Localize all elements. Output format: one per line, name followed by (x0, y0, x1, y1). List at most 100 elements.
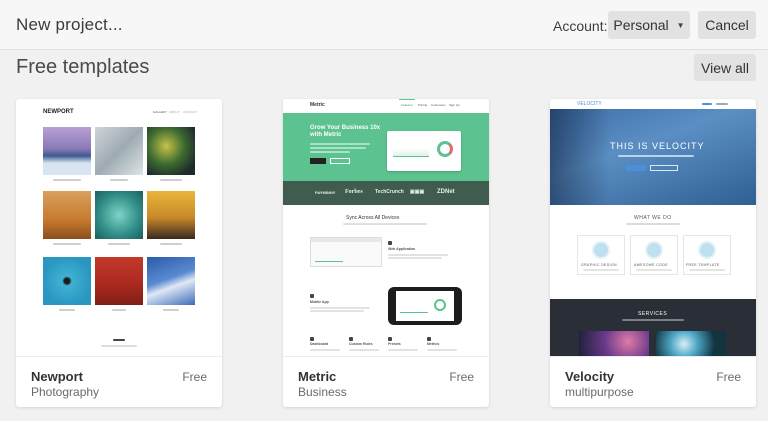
template-card-velocity[interactable]: VELOCITY THIS IS VELOCITY WHAT WE DO GRA… (550, 99, 756, 407)
photo-thumbnail (43, 127, 91, 175)
caption-line (110, 179, 128, 181)
feature-text-line (310, 310, 364, 312)
feature-text-line (388, 349, 418, 351)
feature-text-line (427, 349, 457, 351)
photo-thumbnail (95, 191, 143, 239)
caption-line (108, 243, 130, 245)
feature-text-line (583, 269, 619, 271)
photo-thumbnail (43, 191, 91, 239)
feature-title: FREE TEMPLATE (686, 263, 720, 267)
preview-hero: Grow Your Business 10x with Metric (283, 113, 489, 181)
feature-text-line (388, 257, 442, 259)
partner-logo: ▣▣▣ (410, 189, 425, 195)
preview-nav-item: CONTACT (183, 110, 198, 114)
section-title: Free templates (16, 56, 150, 78)
view-all-button[interactable]: View all (694, 54, 756, 81)
photo-thumbnail (147, 191, 195, 239)
preview-hero: THIS IS VELOCITY (550, 109, 756, 205)
template-category: Photography (31, 385, 100, 399)
feature-title: AWESOME CODE (634, 263, 669, 267)
feature-title: Mobile App (310, 300, 329, 304)
photo-thumbnail (147, 127, 195, 175)
photo-thumbnail (95, 127, 143, 175)
feature-icon (310, 337, 314, 341)
cancel-button[interactable]: Cancel (698, 11, 756, 39)
nav-active-indicator (399, 99, 415, 100)
feature-title: Custom Rules (349, 342, 373, 346)
feature-text-line (310, 307, 370, 309)
feature-title: GRAPHIC DESIGN (581, 263, 617, 267)
feature-text-line (689, 269, 725, 271)
section-subtitle-line (343, 223, 427, 225)
partner-logo: Forbes (345, 189, 363, 195)
template-category: Business (298, 385, 347, 399)
account-select-value: Personal (613, 17, 669, 33)
preview-section-title: SERVICES (638, 311, 668, 317)
service-image (656, 331, 726, 356)
template-preview-metric[interactable]: Metric Features Pricing Customers Sign U… (283, 99, 489, 357)
mobile-screen (396, 291, 454, 321)
account-select[interactable]: Personal ▼ (608, 11, 690, 39)
feature-title: Web Application (388, 247, 416, 251)
caption-line (53, 243, 81, 245)
section-subtitle-line (622, 319, 684, 321)
account-label: Account: (553, 18, 608, 34)
feature-text-line (636, 269, 672, 271)
template-name: Velocity (565, 369, 615, 384)
feature-icon (310, 294, 314, 298)
caption-line (160, 179, 182, 181)
feature-text-line (310, 349, 340, 351)
hero-button (330, 158, 350, 164)
preview-nav-item: Customers (431, 103, 446, 107)
service-image (579, 331, 649, 356)
mock-donut (437, 141, 453, 157)
mock-donut (434, 299, 446, 311)
preview-section-title: Sync Across All Devices (346, 215, 400, 221)
hero-text-line (310, 143, 370, 145)
mock-chart (400, 301, 428, 313)
feature-title: Presets (388, 342, 401, 346)
template-preview-newport[interactable]: NEWPORT GALLERY ABOUT CONTACT (16, 99, 222, 357)
top-bar: New project... Account: Personal ▼ Cance… (0, 0, 768, 50)
feature-title: Metrics (427, 342, 440, 346)
feature-icon (349, 337, 353, 341)
preview-nav-item: ABOUT (169, 110, 180, 114)
mock-toolbar (311, 238, 381, 242)
hero-button (310, 158, 326, 164)
photo-thumbnail (95, 257, 143, 305)
caption-line (53, 179, 81, 181)
feature-icon (698, 241, 716, 259)
template-name: Newport (31, 369, 83, 384)
template-price: Free (449, 370, 474, 384)
preview-nav-item: Features (401, 103, 413, 107)
feature-icon (427, 337, 431, 341)
preview-hero-title: THIS IS VELOCITY (610, 141, 705, 151)
feature-icon (388, 337, 392, 341)
photo-thumbnail (43, 257, 91, 305)
dialog-title: New project... (16, 15, 123, 34)
caption-line (112, 309, 126, 311)
preview-nav-item (702, 103, 712, 105)
hero-tree-silhouette (550, 109, 610, 205)
preview-hero-title: Grow Your Business 10x with Metric (310, 125, 381, 138)
web-app-mock (310, 237, 382, 267)
mock-chart (393, 143, 429, 157)
footer-line (101, 345, 137, 347)
template-card-newport[interactable]: NEWPORT GALLERY ABOUT CONTACT Newport Ph… (16, 99, 222, 407)
caption-line (163, 309, 179, 311)
template-card-metric[interactable]: Metric Features Pricing Customers Sign U… (283, 99, 489, 407)
hero-button (626, 165, 646, 171)
caption-line (59, 309, 75, 311)
feature-text-line (349, 349, 379, 351)
feature-text-line (388, 254, 448, 256)
section-subtitle-line (626, 223, 680, 225)
preview-nav-item: GALLERY (153, 110, 167, 114)
template-preview-velocity[interactable]: VELOCITY THIS IS VELOCITY WHAT WE DO GRA… (550, 99, 756, 357)
partner-logo: PAYMINNY (315, 190, 336, 195)
hero-subtitle-line (618, 155, 694, 157)
mobile-mock (388, 287, 462, 325)
mock-chart (315, 246, 343, 262)
preview-nav-item: Sign Up (449, 103, 460, 107)
hero-text-line (310, 151, 350, 153)
preview-logo: Metric (310, 102, 325, 108)
